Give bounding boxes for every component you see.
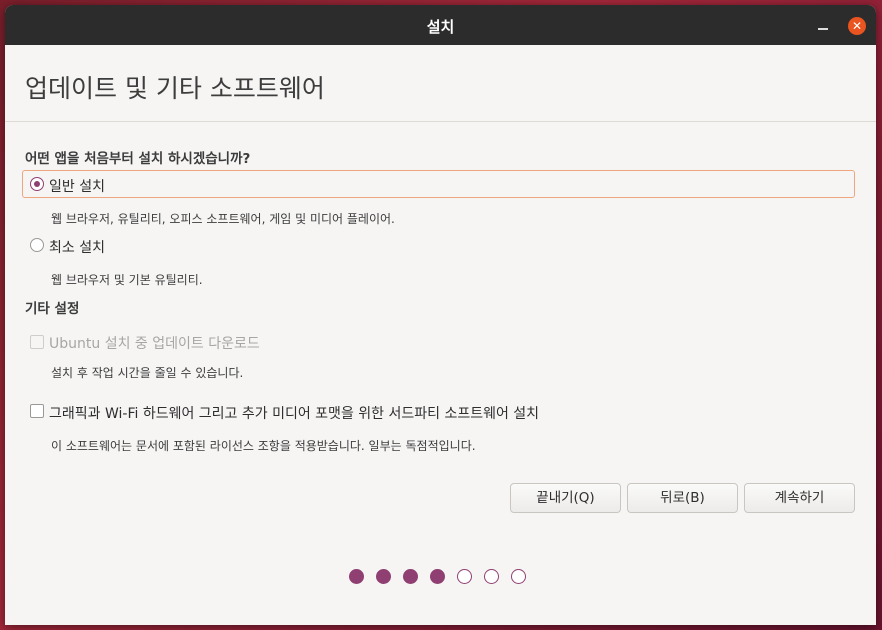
continue-button[interactable]: 계속하기 (744, 483, 855, 513)
download-updates-checkbox (30, 335, 44, 349)
installer-window: 설치 ✕ 업데이트 및 기타 소프트웨어 어떤 앱을 처음부터 설치 하시겠습니… (5, 5, 876, 625)
other-settings-heading: 기타 설정 (25, 301, 80, 317)
progress-dot-5 (457, 569, 472, 584)
install-type-question: 어떤 앱을 처음부터 설치 하시겠습니까? (25, 151, 251, 167)
progress-dot-6 (484, 569, 499, 584)
progress-dot-4 (430, 569, 445, 584)
minimize-icon[interactable] (813, 17, 833, 33)
back-button[interactable]: 뒤로(B) (627, 483, 738, 513)
progress-dot-2 (376, 569, 391, 584)
close-icon[interactable]: ✕ (848, 17, 866, 35)
title-bar[interactable]: 설치 ✕ (5, 5, 876, 45)
minimal-install-label[interactable]: 최소 설치 (49, 237, 105, 257)
quit-button[interactable]: 끝내기(Q) (510, 483, 621, 513)
progress-dot-1 (349, 569, 364, 584)
page-title: 업데이트 및 기타 소프트웨어 (25, 74, 325, 103)
normal-install-radio[interactable] (30, 177, 44, 191)
header-divider (5, 121, 876, 122)
download-updates-description: 설치 후 작업 시간을 줄일 수 있습니다. (51, 366, 244, 380)
normal-install-description: 웹 브라우저, 유틸리티, 오피스 소프트웨어, 게임 및 미디어 플레이어. (51, 212, 395, 226)
minimal-install-radio[interactable] (30, 238, 44, 252)
third-party-software-description: 이 소프트웨어는 문서에 포함된 라이선스 조항을 적용받습니다. 일부는 독점… (51, 439, 476, 453)
third-party-software-checkbox[interactable] (30, 404, 44, 418)
normal-install-focus-box[interactable] (22, 170, 855, 198)
download-updates-label: Ubuntu 설치 중 업데이트 다운로드 (49, 336, 260, 352)
third-party-software-label[interactable]: 그래픽과 Wi-Fi 하드웨어 그리고 추가 미디어 포맷을 위한 서드파티 소… (49, 403, 539, 423)
progress-dot-7 (511, 569, 526, 584)
window-title: 설치 (426, 18, 455, 36)
minimal-install-description: 웹 브라우저 및 기본 유틸리티. (51, 273, 203, 287)
progress-dot-3 (403, 569, 418, 584)
normal-install-label[interactable]: 일반 설치 (49, 176, 105, 196)
